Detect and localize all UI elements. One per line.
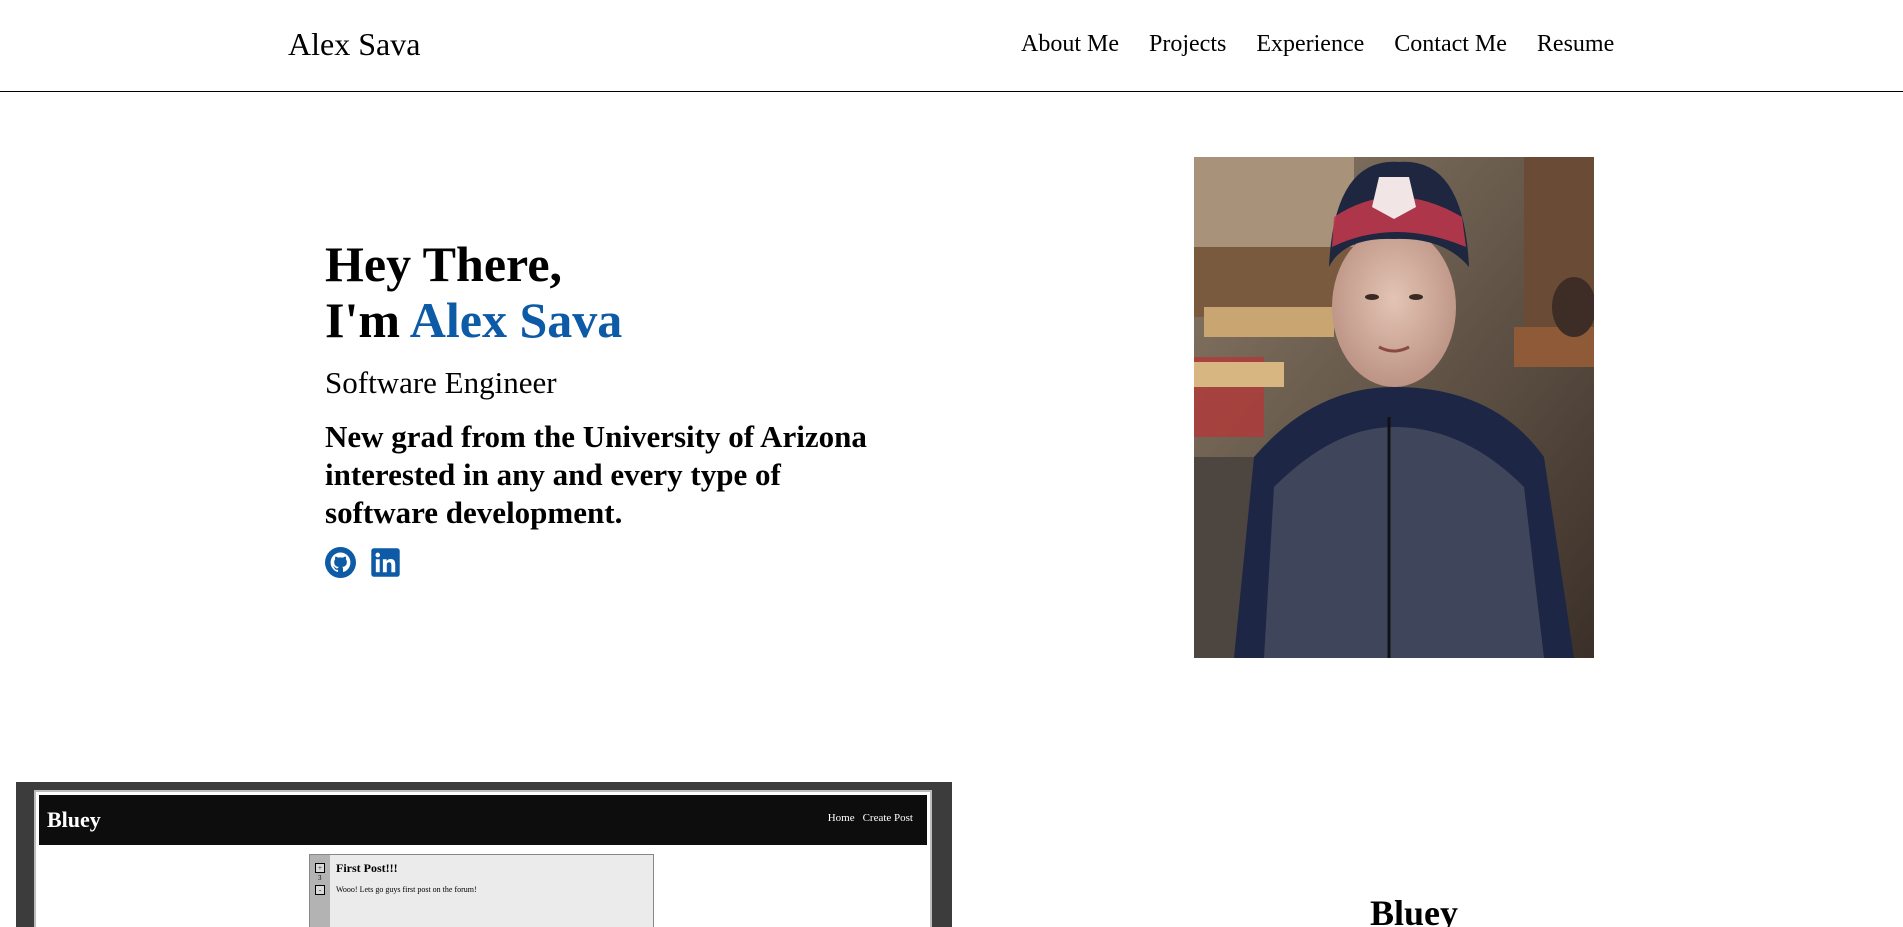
navbar: Alex Sava About Me Projects Experience C… <box>0 0 1903 92</box>
project-screenshot-nav-home: Home <box>827 812 855 824</box>
vote-column: + 3 - <box>310 855 330 927</box>
project-screenshot-frame: Bluey Home Create Post + 3 - First Post!… <box>34 790 932 927</box>
vote-count: 3 <box>318 874 322 882</box>
project-screenshot-nav: Home Create Post <box>828 812 913 824</box>
project-screenshot-header: Bluey Home Create Post <box>39 795 927 845</box>
nav-link-projects[interactable]: Projects <box>1149 31 1226 58</box>
hero-role: Software Engineer <box>325 365 557 400</box>
nav-link-contact-me[interactable]: Contact Me <box>1394 31 1507 58</box>
upvote-icon: + <box>315 863 325 873</box>
project-screenshot-post: + 3 - First Post!!! Wooo! Lets go guys f… <box>309 854 654 927</box>
hero-name: Alex Sava <box>409 292 623 348</box>
nav-link-experience[interactable]: Experience <box>1256 31 1364 58</box>
downvote-icon: - <box>315 885 325 895</box>
nav-link-resume[interactable]: Resume <box>1537 31 1614 58</box>
project-screenshot: Bluey Home Create Post + 3 - First Post!… <box>16 782 952 927</box>
social-links <box>325 547 925 578</box>
hero-greeting-line1: Hey There, <box>325 236 563 292</box>
project-screenshot-brand: Bluey <box>47 807 101 832</box>
post-title: First Post!!! <box>336 861 398 875</box>
nav-links: About Me Projects Experience Contact Me … <box>1021 31 1614 58</box>
github-icon[interactable] <box>325 547 356 578</box>
hero-description: New grad from the University of Arizona … <box>325 419 867 530</box>
hero-section: Hey There, I'm Alex Sava Software Engine… <box>325 236 925 578</box>
project-screenshot-nav-create-post: Create Post <box>862 812 913 824</box>
hero-greeting: Hey There, I'm Alex Sava <box>325 236 925 348</box>
nav-link-about-me[interactable]: About Me <box>1021 31 1119 58</box>
hero-greeting-line2: I'm Alex Sava <box>325 292 925 348</box>
hero-greeting-prefix: I'm <box>325 292 410 348</box>
post-body: Wooo! Lets go guys first post on the for… <box>336 885 477 894</box>
project-title: Bluey <box>1370 893 1459 927</box>
profile-photo <box>1194 157 1594 658</box>
linkedin-icon[interactable] <box>370 547 401 578</box>
site-logo[interactable]: Alex Sava <box>288 26 420 63</box>
